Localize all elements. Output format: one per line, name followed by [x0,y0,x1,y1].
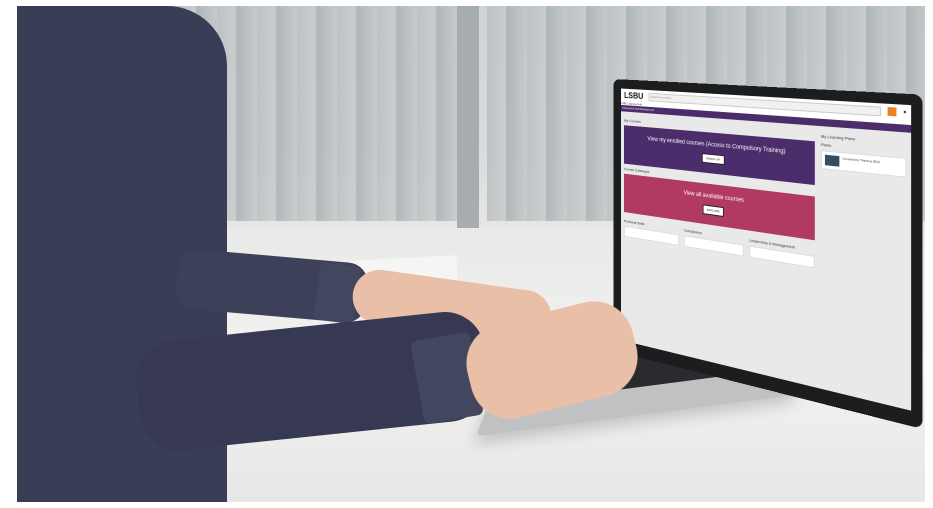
enrol-button[interactable]: ENROL UP [702,153,725,166]
site-logo[interactable]: LSBU [624,90,643,100]
user-icon[interactable]: ● [903,109,906,116]
photo: LSBU Search for courses ● LSBU Learning … [17,6,925,502]
window-frame-post [457,6,479,228]
search-button[interactable] [887,107,897,117]
explore-button[interactable]: EXPLORE [702,204,724,218]
laptop-screen: LSBU Search for courses ● LSBU Learning … [620,88,912,411]
learning-plan-item[interactable]: Compulsory Training 2024 [820,150,907,178]
plan-title: Compulsory Training 2024 [842,156,880,165]
plan-thumbnail [824,154,840,167]
